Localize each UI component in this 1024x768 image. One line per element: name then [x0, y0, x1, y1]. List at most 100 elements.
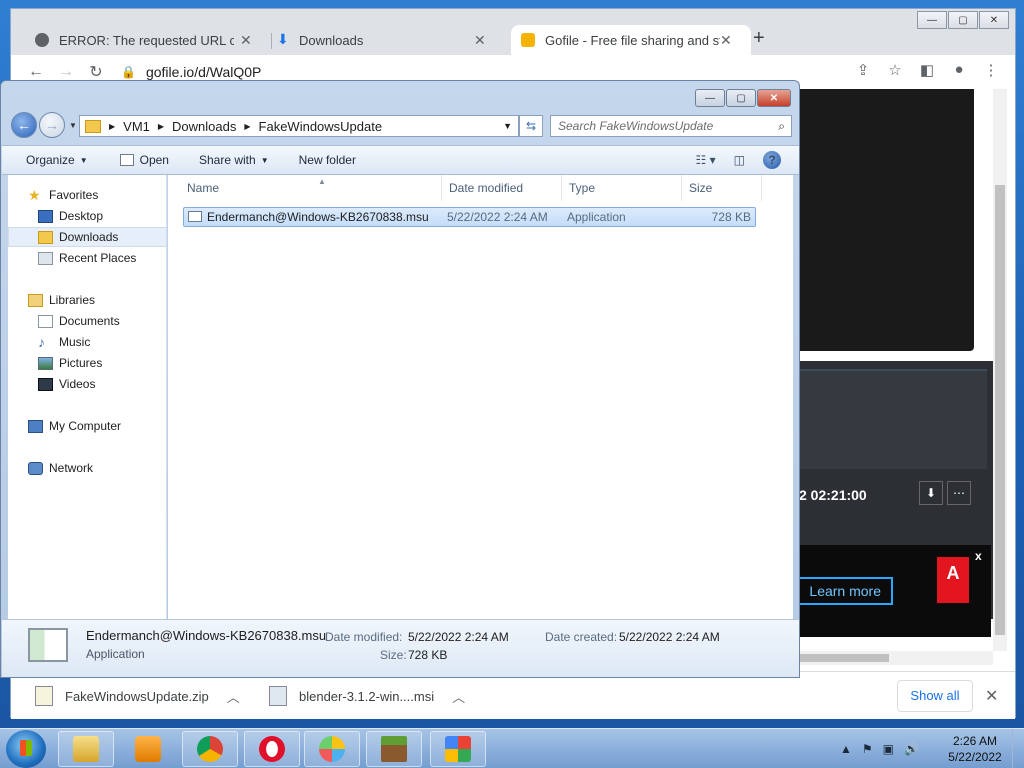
- recent-pages-dropdown-icon[interactable]: ▼: [69, 121, 77, 130]
- show-hidden-icons-icon[interactable]: ▲: [840, 742, 852, 756]
- bookmark-star-icon[interactable]: ☆: [879, 61, 911, 79]
- close-tab-icon[interactable]: ✕: [474, 32, 486, 49]
- reload-icon[interactable]: ↻: [81, 62, 111, 82]
- show-desktop-button[interactable]: [1012, 729, 1024, 768]
- organize-button[interactable]: Organize ▼: [26, 153, 88, 167]
- chrome-icon: [197, 736, 223, 762]
- taskbar-app-shield[interactable]: [304, 731, 360, 767]
- taskbar-opera[interactable]: [244, 731, 300, 767]
- refresh-icon[interactable]: ⇆: [519, 115, 543, 137]
- nav-label: Libraries: [49, 293, 96, 307]
- file-name: Endermanch@Windows-KB2670838.msu: [207, 210, 429, 224]
- clock[interactable]: 2:26 AM 5/22/2022: [940, 733, 1010, 765]
- tab-gofile[interactable]: Gofile - Free file sharing and storage p…: [511, 25, 751, 55]
- volume-icon[interactable]: 🔊: [904, 742, 919, 756]
- start-button[interactable]: [6, 730, 46, 768]
- breadcrumb-fakewindowsupdate[interactable]: FakeWindowsUpdate: [259, 119, 383, 134]
- close-button[interactable]: ✕: [979, 11, 1009, 29]
- clock-date: 5/22/2022: [948, 750, 1002, 764]
- column-header-name[interactable]: Name ▲: [180, 175, 442, 201]
- taskbar-explorer[interactable]: [58, 731, 114, 767]
- forward-arrow-icon[interactable]: →: [51, 63, 81, 81]
- file-row[interactable]: Endermanch@Windows-KB2670838.msu 5/22/20…: [183, 207, 756, 227]
- download-icon[interactable]: ⬇: [919, 481, 943, 505]
- action-center-flag-icon[interactable]: ⚑: [862, 742, 873, 756]
- profile-avatar-icon[interactable]: ●: [943, 61, 975, 79]
- close-shelf-icon[interactable]: ✕: [985, 686, 998, 706]
- forward-arrow-icon[interactable]: →: [39, 112, 65, 138]
- preview-pane-icon[interactable]: ◫: [734, 153, 745, 167]
- nav-downloads[interactable]: Downloads: [8, 227, 167, 247]
- more-options-icon[interactable]: ⋯: [947, 481, 971, 505]
- column-header-type[interactable]: Type: [562, 175, 682, 201]
- maximize-button[interactable]: ▢: [726, 89, 756, 107]
- folder-icon: [73, 736, 99, 762]
- address-breadcrumb[interactable]: ▶ VM1 ▶ Downloads ▶ FakeWindowsUpdate ▼: [79, 115, 519, 137]
- taskbar-media-player[interactable]: [120, 731, 176, 767]
- show-all-button[interactable]: Show all: [897, 680, 973, 712]
- new-tab-button[interactable]: +: [753, 27, 765, 50]
- minimize-button[interactable]: —: [695, 89, 725, 107]
- taskbar-chrome[interactable]: [182, 731, 238, 767]
- file-date-modified: 5/22/2022 2:24 AM: [447, 210, 548, 224]
- nav-my-computer[interactable]: My Computer: [28, 416, 187, 436]
- file-size: 728 KB: [711, 210, 751, 224]
- chevron-down-icon: ▼: [260, 155, 269, 165]
- file-type: Application: [567, 210, 626, 224]
- share-with-button[interactable]: Share with ▼: [199, 153, 269, 167]
- navigation-pane: ★ Favorites Desktop Downloads Recent Pla…: [8, 175, 167, 619]
- ad-close-button[interactable]: x: [975, 549, 982, 563]
- back-arrow-icon[interactable]: ←: [21, 63, 51, 81]
- chevron-up-icon[interactable]: ︿: [452, 687, 465, 706]
- column-header-date-modified[interactable]: Date modified: [442, 175, 562, 201]
- zip-file-icon: [35, 686, 53, 706]
- download-item[interactable]: FakeWindowsUpdate.zip ︿: [35, 672, 240, 720]
- minimize-button[interactable]: —: [917, 11, 947, 29]
- chevron-up-icon[interactable]: ︿: [227, 687, 240, 706]
- column-label: Type: [569, 181, 596, 195]
- breadcrumb-vm1[interactable]: VM1: [123, 119, 150, 134]
- nav-favorites[interactable]: ★ Favorites: [28, 185, 187, 205]
- close-button[interactable]: ✕: [757, 89, 791, 107]
- chevron-right-icon[interactable]: ▶: [244, 122, 250, 131]
- chevron-down-icon[interactable]: ▼: [503, 121, 512, 131]
- more-menu-icon[interactable]: ⋮: [975, 61, 1007, 79]
- download-item[interactable]: blender-3.1.2-win....msi ︿: [269, 672, 465, 720]
- chevron-down-icon: ▼: [79, 155, 88, 165]
- view-options-icon[interactable]: ☷ ▾: [696, 153, 716, 167]
- url-text: gofile.io/d/WalQ0P: [145, 64, 262, 80]
- search-icon[interactable]: ⌕: [778, 116, 785, 136]
- share-icon[interactable]: ⇪: [847, 61, 879, 79]
- search-input[interactable]: Search FakeWindowsUpdate ⌕: [550, 115, 792, 137]
- network-status-icon[interactable]: ▣: [883, 742, 894, 756]
- learn-more-button[interactable]: Learn more: [799, 577, 893, 605]
- page-horizontal-scrollbar[interactable]: [799, 651, 993, 665]
- back-arrow-icon[interactable]: ←: [11, 112, 37, 138]
- breadcrumb-downloads[interactable]: Downloads: [172, 119, 236, 134]
- taskbar-minecraft[interactable]: [366, 731, 422, 767]
- page-vertical-scrollbar[interactable]: [993, 89, 1007, 651]
- side-panel-icon[interactable]: ◧: [911, 61, 943, 79]
- nav-libraries[interactable]: Libraries: [28, 290, 187, 310]
- maximize-button[interactable]: ▢: [948, 11, 978, 29]
- chevron-right-icon[interactable]: ▶: [109, 122, 115, 131]
- tab-downloads[interactable]: ⬇ Downloads ✕: [267, 25, 507, 55]
- folder-icon: [85, 119, 101, 133]
- nav-label: Desktop: [59, 209, 104, 223]
- globe-icon: [35, 33, 49, 47]
- open-button[interactable]: Open: [119, 153, 169, 167]
- download-shelf: FakeWindowsUpdate.zip ︿ blender-3.1.2-wi…: [11, 671, 1015, 719]
- system-tray: ▲ ⚑ ▣ 🔊: [840, 729, 929, 768]
- help-icon[interactable]: ?: [763, 151, 781, 169]
- details-date-created: 5/22/2022 2:24 AM: [619, 630, 720, 644]
- chevron-right-icon[interactable]: ▶: [158, 122, 164, 131]
- command-bar: Organize ▼ Open Share with ▼ New folder …: [2, 145, 799, 175]
- tab-error[interactable]: ERROR: The requested URL could not be re…: [25, 25, 265, 55]
- column-header-size[interactable]: Size: [682, 175, 762, 201]
- close-tab-icon[interactable]: ✕: [240, 32, 252, 49]
- new-folder-button[interactable]: New folder: [299, 153, 356, 167]
- nav-network[interactable]: Network: [28, 458, 187, 478]
- taskbar-app-colorful[interactable]: [430, 731, 486, 767]
- file-actions: ⬇ ⋯: [915, 481, 971, 505]
- close-tab-icon[interactable]: ✕: [720, 32, 732, 49]
